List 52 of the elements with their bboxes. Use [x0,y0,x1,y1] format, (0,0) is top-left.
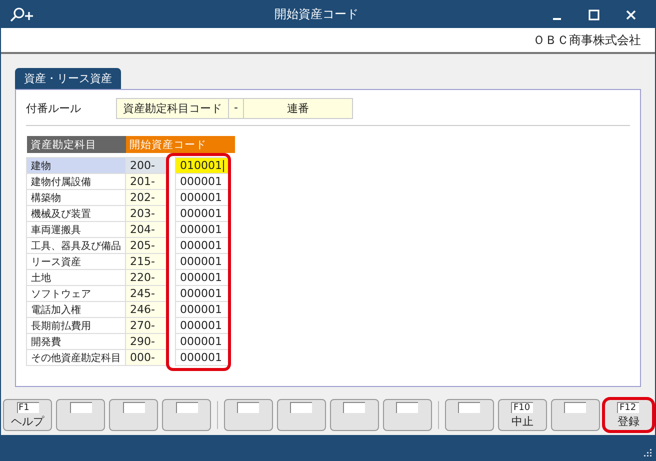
function-key[interactable] [550,399,600,431]
table-cell[interactable]: 土地 [26,270,126,286]
function-key[interactable] [162,399,211,431]
table-cell[interactable]: 工具、器具及び備品 [26,238,126,254]
company-name: ＯＢＣ商事株式会社 [533,32,641,48]
table-cell[interactable]: その他資産勘定科目 [26,350,126,366]
search-plus-icon[interactable] [9,6,35,22]
table-cell[interactable]: 000001 [176,334,228,350]
rule-part: 連番 [286,101,310,117]
function-key[interactable] [224,399,273,431]
table-cell[interactable]: 000001 [176,190,228,206]
table-cell[interactable]: 構築物 [26,190,126,206]
column-header: 資産勘定科目 [26,136,126,153]
table-cell: 200- [126,158,168,174]
tab[interactable]: 資産・リース資産 [15,68,121,89]
table-cell[interactable]: 000001 [176,270,228,286]
table-cell[interactable]: 000001 [176,238,228,254]
function-key[interactable] [330,399,379,431]
table-cell[interactable]: 000001 [176,350,228,366]
table-cell[interactable]: ソフトウェア [26,286,126,302]
rule-label: 付番ルール [26,101,82,116]
function-key[interactable] [56,399,105,431]
rule-part: - [229,99,244,118]
table-cell[interactable]: 電話加入権 [26,302,126,318]
table-cell[interactable]: 000001 [176,318,228,334]
function-key[interactable]: F10 中止 [498,399,547,431]
table-cell[interactable]: 000001 [176,174,228,190]
rule-part: 資産勘定科目コード [117,99,229,118]
table-cell[interactable]: 000001 [176,254,228,270]
close-icon[interactable] [625,8,637,20]
table-cell[interactable]: 000001 [176,286,228,302]
table-cell[interactable]: 建物 [26,158,126,174]
table-cell[interactable]: 000001 [176,302,228,318]
table-cell[interactable]: 長期前払費用 [26,318,126,334]
function-key[interactable] [109,399,158,431]
function-key[interactable] [444,399,494,431]
function-key[interactable]: F12 登録 [604,399,653,431]
table-cell[interactable]: 000001 [176,222,228,238]
table-cell[interactable]: 開発費 [26,334,126,350]
window-title: 開始資産コード [274,6,360,23]
input-field[interactable]: 010001 [176,158,228,174]
table-cell[interactable]: 000001 [176,206,228,222]
table-cell[interactable]: 機械及び装置 [26,206,126,222]
function-key[interactable] [382,399,432,431]
table-cell[interactable]: リース資産 [26,254,126,270]
resize-grip-icon[interactable] [644,449,652,457]
column-header: 開始資産コード [126,136,235,153]
function-key[interactable] [276,399,326,431]
table-cell[interactable]: 車両運搬具 [26,222,126,238]
maximize-icon[interactable] [588,8,600,20]
table-cell[interactable]: 建物付属設備 [26,174,126,190]
function-key[interactable]: F1 ヘルプ [3,399,52,431]
